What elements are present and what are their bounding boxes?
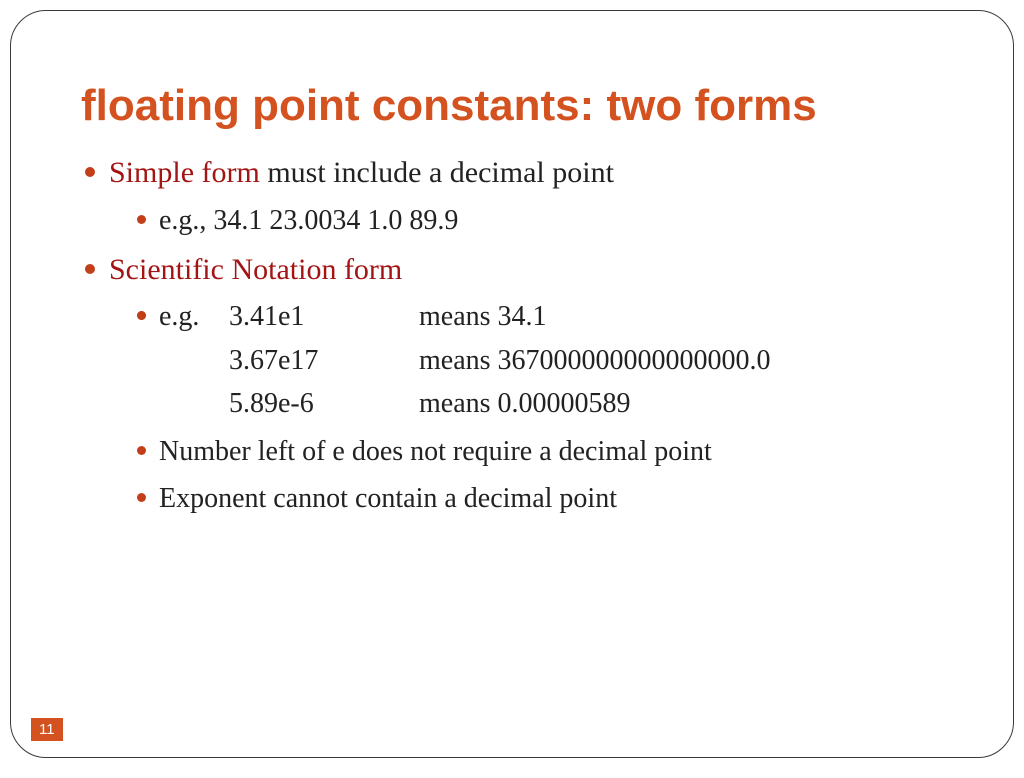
scientific-example-lead: e.g. — [159, 301, 199, 332]
sci-row-0-b: means 34.1 — [419, 295, 943, 338]
slide-title: floating point constants: two forms — [81, 81, 943, 131]
simple-form-rest: must include a decimal point — [260, 156, 614, 189]
simple-form-sublist: e.g., 34.1 23.0034 1.0 89.9 — [109, 199, 943, 242]
simple-form-example: e.g., 34.1 23.0034 1.0 89.9 — [109, 199, 943, 242]
scientific-example-row-2: 5.89e-6 means 0.00000589 — [109, 382, 943, 425]
scientific-form-label: Scientific Notation form — [109, 253, 402, 286]
scientific-example-row-1: 3.67e17 means 367000000000000000.0 — [109, 339, 943, 382]
sci-row-1-b: means 367000000000000000.0 — [419, 339, 943, 382]
page-number-badge: 11 — [31, 718, 63, 741]
scientific-example-row-0: e.g. 3.41e1 means 34.1 3.67e17 means 367… — [109, 295, 943, 425]
scientific-note-1: Exponent cannot contain a decimal point — [109, 477, 943, 520]
bullet-scientific-form: Scientific Notation form e.g. 3.41e1 mea… — [81, 248, 943, 520]
scientific-form-sublist: e.g. 3.41e1 means 34.1 3.67e17 means 367… — [109, 295, 943, 520]
sci-row-1-a: 3.67e17 — [229, 339, 419, 382]
sci-row-0-a: 3.41e1 — [229, 295, 419, 338]
scientific-note-0: Number left of e does not require a deci… — [109, 430, 943, 473]
simple-form-label: Simple form — [109, 156, 260, 189]
bullet-simple-form: Simple form must include a decimal point… — [81, 151, 943, 242]
sci-row-2-b: means 0.00000589 — [419, 382, 943, 425]
content-list: Simple form must include a decimal point… — [81, 151, 943, 520]
slide-frame: floating point constants: two forms Simp… — [10, 10, 1014, 758]
sci-row-2-a: 5.89e-6 — [229, 382, 419, 425]
